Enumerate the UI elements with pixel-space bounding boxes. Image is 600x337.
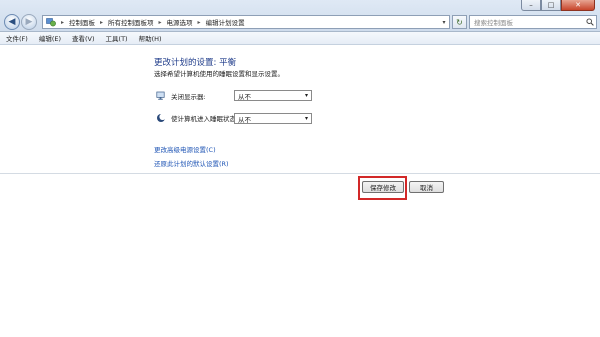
refresh-button[interactable]: ↻ — [452, 15, 467, 29]
breadcrumb-separator: ▸ — [197, 18, 201, 26]
control-panel-icon — [46, 17, 56, 27]
breadcrumb-separator: ▸ — [158, 18, 162, 26]
close-button[interactable]: ✕ — [561, 0, 595, 11]
menu-bar: 文件(F) 编辑(E) 查看(V) 工具(T) 帮助(H) — [0, 32, 600, 45]
restore-defaults-link[interactable]: 还原此计划的默认设置(R) — [154, 158, 229, 168]
breadcrumb-separator: ▸ — [100, 18, 104, 26]
maximize-button[interactable]: □ — [541, 0, 561, 11]
chevron-down-icon: ▾ — [304, 92, 308, 99]
monitor-icon — [156, 91, 166, 101]
setting-row-display: 关闭显示器: — [156, 91, 206, 101]
display-off-label: 关闭显示器: — [171, 93, 206, 101]
menu-edit[interactable]: 编辑(E) — [39, 33, 61, 43]
divider — [0, 173, 600, 174]
search-input[interactable]: 搜索控制面板 — [474, 17, 584, 27]
breadcrumb-all-items[interactable]: 所有控制面板项 — [108, 17, 154, 27]
menu-file[interactable]: 文件(F) — [6, 33, 28, 43]
breadcrumb-separator: ▸ — [61, 18, 65, 26]
breadcrumb-power-options[interactable]: 电源选项 — [167, 17, 193, 27]
minimize-button[interactable]: – — [521, 0, 541, 11]
moon-icon — [156, 113, 166, 123]
display-off-value: 从不 — [238, 92, 251, 101]
advanced-power-settings-link[interactable]: 更改高级电源设置(C) — [154, 144, 216, 154]
menu-view[interactable]: 查看(V) — [72, 33, 95, 43]
search-icon[interactable] — [584, 18, 596, 26]
chevron-down-icon: ▾ — [304, 115, 308, 122]
forward-button[interactable]: ▶ — [21, 14, 37, 30]
menu-help[interactable]: 帮助(H) — [139, 33, 162, 43]
address-bar[interactable]: ▸ 控制面板 ▸ 所有控制面板项 ▸ 电源选项 ▸ 编辑计划设置 ▾ — [42, 15, 450, 29]
setting-row-sleep: 使计算机进入睡眠状态: — [156, 113, 238, 123]
save-button[interactable]: 保存修改 — [362, 181, 404, 193]
page-subtitle: 选择希望计算机使用的睡眠设置和显示设置。 — [154, 70, 284, 78]
sleep-select[interactable]: 从不 ▾ — [234, 113, 312, 124]
display-off-select[interactable]: 从不 ▾ — [234, 90, 312, 101]
address-dropdown-button[interactable]: ▾ — [439, 16, 449, 28]
sleep-value: 从不 — [238, 115, 251, 124]
cancel-button[interactable]: 取消 — [409, 181, 444, 193]
breadcrumb-control-panel[interactable]: 控制面板 — [69, 17, 95, 27]
search-box[interactable]: 搜索控制面板 — [469, 15, 597, 29]
menu-tools[interactable]: 工具(T) — [106, 33, 128, 43]
title-bar: – □ ✕ ◀ ▶ ▸ 控制面板 ▸ 所有控制面板项 ▸ 电源选项 ▸ 编辑计划… — [0, 0, 600, 32]
breadcrumb-edit-plan[interactable]: 编辑计划设置 — [206, 17, 245, 27]
main-content: 更改计划的设置: 平衡 选择希望计算机使用的睡眠设置和显示设置。 关闭显示器: … — [0, 45, 600, 337]
window-controls: – □ ✕ — [521, 0, 595, 11]
page-title: 更改计划的设置: 平衡 — [154, 58, 237, 68]
back-button[interactable]: ◀ — [4, 14, 20, 30]
sleep-label: 使计算机进入睡眠状态: — [171, 115, 239, 123]
